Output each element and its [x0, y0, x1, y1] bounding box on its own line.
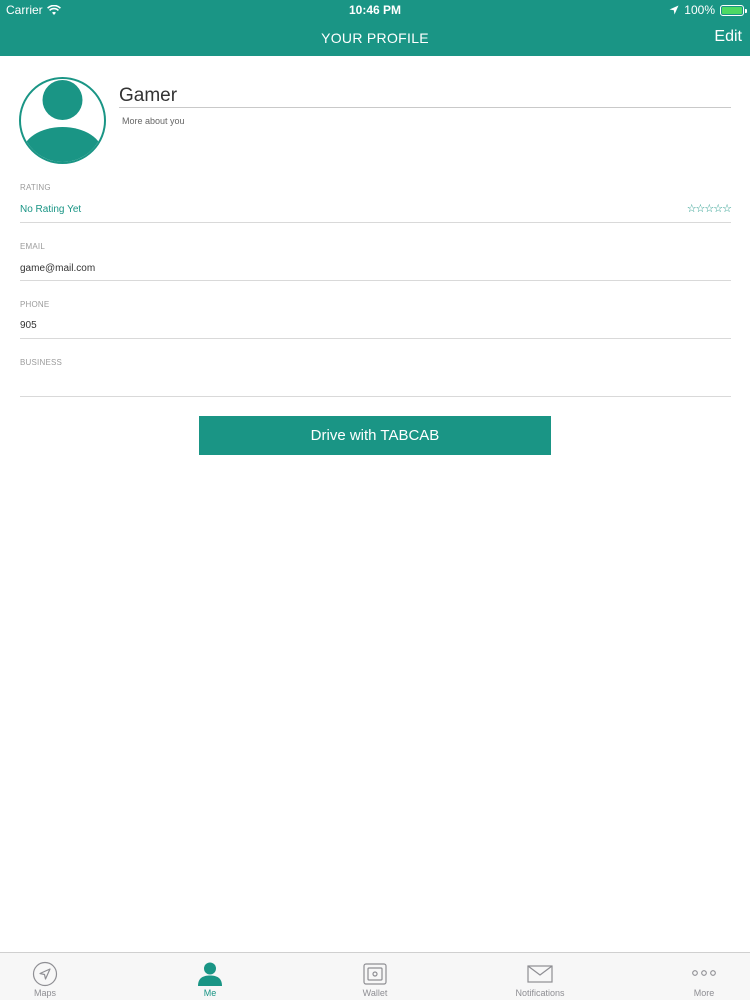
tab-label: Me — [203, 988, 217, 998]
tab-wallet[interactable]: Wallet — [315, 953, 435, 1000]
divider — [20, 280, 731, 281]
battery-percent: 100% — [684, 3, 715, 17]
rating-stars: ☆☆☆☆☆ — [686, 203, 732, 215]
tab-label: More — [693, 988, 715, 998]
envelope-icon — [527, 965, 553, 983]
phone-label: PHONE — [20, 300, 50, 309]
email-field[interactable]: game@mail.com — [20, 263, 95, 274]
business-label: BUSINESS — [20, 358, 63, 367]
divider — [20, 338, 731, 339]
name-underline — [119, 107, 731, 108]
tab-maps[interactable]: Maps — [0, 953, 105, 1000]
person-icon — [198, 962, 222, 986]
clock: 10:46 PM — [348, 3, 402, 17]
status-right: 100% — [669, 3, 747, 17]
drive-with-tabcab-button[interactable]: Drive with TABCAB — [199, 416, 551, 455]
email-label: EMAIL — [20, 242, 46, 251]
tab-label: Wallet — [362, 988, 388, 998]
profile-name[interactable]: Gamer — [119, 85, 177, 107]
tab-me[interactable]: Me — [150, 953, 270, 1000]
divider — [20, 396, 731, 397]
phone-field[interactable]: 905 — [20, 320, 37, 331]
avatar[interactable] — [19, 77, 106, 164]
more-dots-icon — [692, 970, 716, 976]
tab-notifications[interactable]: Notifications — [480, 953, 600, 1000]
tab-more[interactable]: More — [644, 953, 750, 1000]
navigation-arrow-icon — [32, 961, 58, 987]
edit-button[interactable]: Edit — [714, 28, 742, 46]
location-arrow-icon — [669, 5, 679, 15]
page-title: YOUR PROFILE — [321, 30, 429, 46]
rating-label: RATING — [20, 183, 51, 192]
top-bar: Carrier 10:46 PM 100% YOUR PROFILE Edit — [0, 0, 750, 56]
tab-label: Maps — [33, 988, 56, 998]
tab-label: Notifications — [515, 988, 565, 998]
about-field[interactable]: More about you — [122, 116, 185, 126]
status-bar: Carrier 10:46 PM 100% — [0, 0, 750, 20]
wallet-icon — [363, 963, 387, 985]
tab-bar: Maps Me Wallet Notifications More — [0, 952, 750, 1000]
rating-value: No Rating Yet — [20, 204, 82, 215]
person-avatar-icon — [22, 80, 103, 162]
battery-icon — [720, 4, 747, 16]
divider — [20, 222, 731, 223]
